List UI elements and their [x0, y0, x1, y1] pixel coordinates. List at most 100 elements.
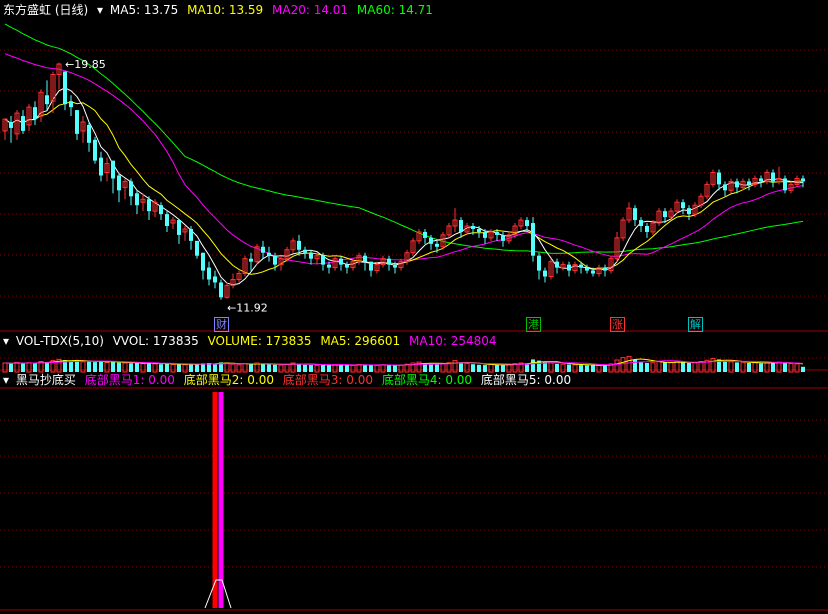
volume-bar: [242, 363, 248, 373]
candle-body: [681, 202, 685, 209]
candle-body: [459, 220, 463, 232]
ma20-line: [4, 53, 804, 265]
volume-label: VOLUME: 173835: [207, 334, 312, 348]
high-price-label: ←19.85: [65, 58, 106, 71]
volume-bar: [531, 359, 535, 372]
signal-3-label: 底部黑马3: 0.00: [282, 373, 374, 387]
candle-body: [633, 208, 637, 221]
volume-bar: [99, 361, 103, 372]
event-marker[interactable]: 港: [526, 317, 541, 332]
vol-ma10-label: MA10: 254804: [409, 334, 497, 348]
volume-bar: [692, 362, 698, 373]
volume-bar: [117, 362, 121, 372]
volume-bar: [140, 363, 146, 373]
chart-root: ←19.85 ←11.92 东方盛虹 (日线) ▾ MA5: 13.75 MA10…: [0, 0, 828, 614]
volume-bar: [548, 362, 554, 373]
candle-body: [33, 107, 37, 120]
volume-bar: [75, 360, 79, 372]
volume-bar: [278, 364, 284, 373]
candle-body: [213, 276, 217, 283]
volume-bar: [801, 366, 805, 372]
candle-body: [747, 181, 751, 185]
candle-body: [369, 261, 373, 271]
volume-bar: [314, 364, 320, 373]
candle-body: [801, 178, 805, 182]
volume-bar: [501, 365, 505, 372]
volume-bar: [398, 364, 404, 373]
volume-bar: [182, 364, 188, 373]
volume-bar: [345, 365, 349, 372]
candle-body: [93, 139, 97, 161]
volume-bar: [249, 364, 253, 372]
ma20-label: MA20: 14.01: [272, 3, 349, 17]
vol-ma5-label: MA5: 296601: [320, 334, 401, 348]
candle-body: [387, 258, 391, 265]
signal-bar: [212, 392, 218, 608]
candle-body: [363, 255, 367, 262]
volume-bar: [591, 365, 595, 372]
ma60-label: MA60: 14.71: [356, 3, 433, 17]
candle-body: [327, 264, 331, 268]
volume-bar: [572, 364, 578, 373]
volume-bar: [380, 364, 386, 373]
chevron-down-icon[interactable]: ▾: [3, 334, 9, 348]
volume-bar: [129, 363, 133, 372]
candle-body: [63, 71, 67, 105]
chevron-down-icon[interactable]: ▾: [3, 373, 9, 387]
volume-bar: [2, 362, 8, 373]
ma10-label: MA10: 13.59: [187, 3, 264, 17]
volume-bar: [33, 363, 37, 372]
signal-bar: [218, 392, 224, 608]
signal-1-label: 底部黑马1: 0.00: [84, 373, 175, 387]
volume-bar: [363, 364, 367, 372]
volume-bar: [111, 361, 115, 372]
volume-bar: [681, 362, 685, 372]
candle-body: [345, 264, 349, 268]
candle-body: [321, 255, 325, 265]
event-marker[interactable]: 解: [688, 317, 703, 332]
volume-bar: [147, 363, 151, 372]
candle-body: [723, 184, 727, 191]
volume-bar: [45, 362, 49, 372]
candle-body: [471, 226, 475, 229]
volume-bar: [495, 364, 499, 372]
volume-bar: [668, 362, 674, 373]
volume-bar: [350, 364, 356, 373]
event-marker[interactable]: 涨: [610, 317, 625, 332]
candle-body: [87, 124, 91, 143]
volume-bar: [189, 364, 193, 372]
candle-body: [663, 211, 667, 218]
candle-body: [135, 193, 139, 206]
candle-body: [783, 178, 787, 191]
volume-bar: [788, 363, 794, 373]
candle-body: [735, 181, 739, 188]
volume-bar: [663, 362, 667, 372]
volume-bar: [230, 363, 236, 373]
candle-body: [585, 267, 589, 271]
candle-body: [249, 258, 253, 262]
volume-bar: [303, 364, 307, 372]
candle-body: [195, 240, 199, 256]
volume-bar: [435, 364, 439, 372]
volume-bar: [735, 362, 739, 372]
volume-bar: [165, 363, 169, 372]
candle-body: [297, 240, 301, 250]
candle-body: [429, 237, 433, 244]
volume-bar: [794, 363, 800, 373]
volume-bar: [284, 363, 290, 373]
volume-bar: [14, 361, 20, 373]
volume-bar: [783, 363, 787, 372]
volume-bar: [650, 362, 656, 373]
chart-canvas[interactable]: ←19.85 ←11.92: [0, 0, 828, 614]
candle-body: [159, 205, 163, 215]
event-marker[interactable]: 财: [214, 317, 229, 332]
candle-body: [567, 264, 571, 271]
candle-body: [21, 116, 25, 131]
volume-bar: [236, 364, 242, 373]
ma5-label: MA5: 13.75: [109, 3, 179, 17]
volume-bar: [387, 365, 391, 372]
candle-body: [75, 110, 79, 134]
chevron-down-icon[interactable]: ▾: [97, 3, 103, 17]
volume-bar: [339, 364, 343, 372]
candle-body: [477, 228, 481, 232]
